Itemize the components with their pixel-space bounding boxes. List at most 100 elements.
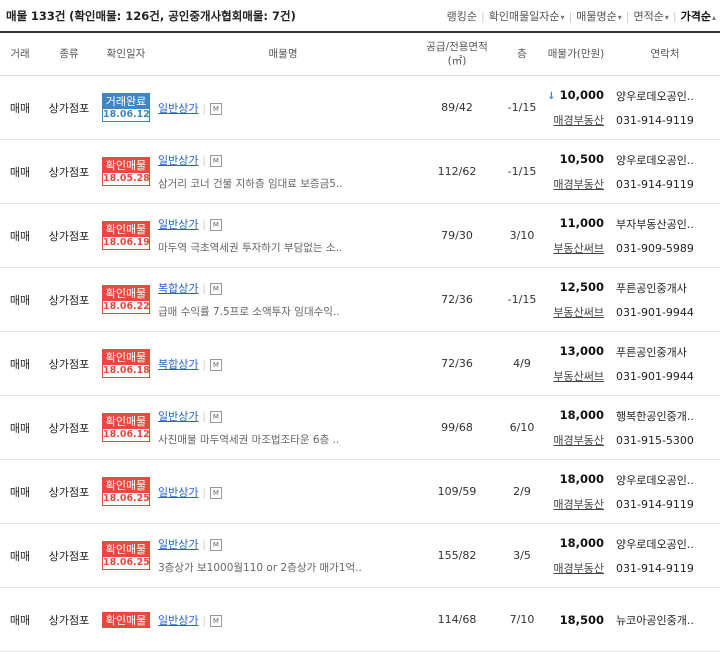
price-cell: 18,000 매경부동산 xyxy=(542,395,610,460)
deal-type: 매매 xyxy=(0,331,40,396)
agent-site-link[interactable]: 매경부동산 xyxy=(542,112,604,128)
agent-site-link[interactable]: 매경부동산 xyxy=(542,432,604,448)
agent-site-link[interactable]: 매경부동산 xyxy=(542,176,604,192)
agent-site-link[interactable]: 부동산써브 xyxy=(542,368,604,384)
price-value: 18,000 xyxy=(560,472,604,486)
sort-tab-0[interactable]: 랭킹순 xyxy=(447,10,477,23)
agent-name[interactable]: 뉴코아공인중개.. xyxy=(616,614,694,627)
summary-label: 매물 xyxy=(6,9,28,23)
floor-value: 4/9 xyxy=(502,331,542,396)
contact-cell: 양우로데오공인.. 031-914-9119 xyxy=(610,523,720,588)
area-value: 99/68 xyxy=(412,395,502,460)
price-value: 11,000 xyxy=(560,216,604,230)
agent-site-link[interactable]: 부동산써브 xyxy=(542,240,604,256)
contact-cell: 부자부동산공인.. 031-909-5989 xyxy=(610,203,720,268)
agent-site-link[interactable]: 매경부동산 xyxy=(542,560,604,576)
badge-date: 18.06.22 xyxy=(103,300,150,314)
badge-date: 18.06.12 xyxy=(103,108,150,122)
agent-name[interactable]: 푸른공인중개사 xyxy=(616,346,687,359)
list-header-bar: 매물 133건 (확인매물: 126건, 공인중개사협회매물: 7건) 랭킹순 |… xyxy=(0,0,720,30)
sort-divider: | xyxy=(672,10,677,23)
map-icon[interactable]: M xyxy=(209,102,222,115)
table-row[interactable]: 매매 상가점포 확인매물 18.06.25 일반상가 | M 3층상가 보1000월… xyxy=(0,523,720,588)
badge-date: 18.06.25 xyxy=(103,556,150,570)
map-icon[interactable]: M xyxy=(209,219,222,231)
price-value: 18,500 xyxy=(560,613,604,627)
floor-value: 3/5 xyxy=(502,523,542,588)
listing-name-link[interactable]: 일반상가 xyxy=(158,102,198,115)
sort-tab-4[interactable]: 가격순▴ xyxy=(681,10,716,23)
listing-name-link[interactable]: 복합상가 xyxy=(158,358,198,371)
badge-label: 확인매물 xyxy=(103,541,149,557)
property-kind: 상가점포 xyxy=(40,75,98,140)
listing-name-link[interactable]: 일반상가 xyxy=(158,486,198,499)
sort-tab-1[interactable]: 확인매물일자순▾ xyxy=(489,10,565,23)
status-badge: 확인매물 18.06.22 xyxy=(102,284,150,315)
agent-name[interactable]: 부자부동산공인.. xyxy=(616,218,694,231)
map-icon[interactable]: M xyxy=(209,155,222,167)
table-row[interactable]: 매매 상가점포 확인매물 18.06.18 복합상가 | M 72/36 4/9 1… xyxy=(0,331,720,396)
contact-cell: 뉴코아공인중개.. xyxy=(610,587,720,652)
listing-description[interactable]: 사진매물 마두역세권 마조법조타운 6층 .. xyxy=(158,432,412,447)
property-kind: 상가점포 xyxy=(40,331,98,396)
agent-name[interactable]: 양우로데오공인.. xyxy=(616,474,694,487)
map-icon[interactable]: M xyxy=(209,486,222,499)
col-contact: 연락처 xyxy=(610,31,720,76)
listing-name-link[interactable]: 일반상가 xyxy=(158,218,198,231)
map-icon[interactable]: M xyxy=(209,614,222,627)
map-icon[interactable]: M xyxy=(209,539,222,551)
map-icon[interactable]: M xyxy=(209,283,222,295)
badge-label: 확인매물 xyxy=(103,477,149,493)
price-value: 13,000 xyxy=(560,344,604,358)
sort-options: 랭킹순 | 확인매물일자순▾ | 매물명순▾ | 면적순▾ | 가격순▴ xyxy=(447,8,716,24)
price-value: 18,000 xyxy=(560,536,604,550)
map-icon[interactable]: M xyxy=(209,358,222,371)
listing-description[interactable]: 삼거리 코너 건물 지하층 임대료 보증금5.. xyxy=(158,176,412,191)
listing-name-cell: 일반상가 | M xyxy=(154,459,412,524)
table-row[interactable]: 매매 상가점포 거래완료 18.06.12 일반상가 | M 89/42 -1/15… xyxy=(0,75,720,140)
listing-description[interactable]: 마두역 극초역세권 투자하기 부담없는 소.. xyxy=(158,240,412,255)
sort-desc-icon: ▾ xyxy=(664,13,669,22)
listing-name-link[interactable]: 복합상가 xyxy=(158,282,198,295)
agent-name[interactable]: 푸른공인중개사 xyxy=(616,282,687,295)
table-row[interactable]: 매매 상가점포 확인매물 18.05.28 일반상가 | M 삼거리 코너 건물 지… xyxy=(0,139,720,204)
badge-label: 확인매물 xyxy=(103,413,149,429)
sort-tab-2[interactable]: 매물명순▾ xyxy=(576,10,622,23)
price-cell: 12,500 부동산써브 xyxy=(542,267,610,332)
listing-name-link[interactable]: 일반상가 xyxy=(158,538,198,551)
property-kind: 상가점포 xyxy=(40,395,98,460)
table-row[interactable]: 매매 상가점포 확인매물 18.06.19 일반상가 | M 마두역 극초역세권 투… xyxy=(0,203,720,268)
confirm-date-cell: 확인매물 18.06.25 xyxy=(98,459,154,524)
price-value: 10,500 xyxy=(560,152,604,166)
sort-tab-label: 면적순 xyxy=(633,10,664,23)
summary-detail: (확인매물: 126건, 공인중개사협회매물: 7건) xyxy=(69,9,296,23)
sort-tab-3[interactable]: 면적순▾ xyxy=(634,10,669,23)
agent-name[interactable]: 행복한공인중개.. xyxy=(616,410,694,423)
badge-label: 거래완료 xyxy=(103,93,149,109)
price-amount: 18,000 xyxy=(559,407,604,422)
contact-cell: 양우로데오공인.. 031-914-9119 xyxy=(610,139,720,204)
table-row[interactable]: 매매 상가점포 확인매물 18.06.12 일반상가 | M 사진매물 마두역세권 … xyxy=(0,395,720,460)
map-icon[interactable]: M xyxy=(209,411,222,423)
table-row[interactable]: 매매 상가점포 확인매물 18.06.22 복합상가 | M 급매 수익률 7.5프… xyxy=(0,267,720,332)
agent-site-link[interactable]: 매경부동산 xyxy=(542,496,604,512)
area-value: 109/59 xyxy=(412,459,502,524)
price-cell: ↓ 10,000 매경부동산 xyxy=(542,75,610,140)
table-row[interactable]: 매매 상가점포 확인매물 18.06.25 일반상가 | M 109/59 2/9 … xyxy=(0,459,720,524)
name-divider: | xyxy=(202,156,206,167)
listing-name-link[interactable]: 일반상가 xyxy=(158,614,198,627)
sort-tab-label: 확인매물일자순 xyxy=(488,10,560,23)
agent-site-link[interactable]: 부동산써브 xyxy=(542,304,604,320)
listing-description[interactable]: 급매 수익률 7.5프로 소액투자 임대수익.. xyxy=(158,304,412,319)
listing-description[interactable]: 3층상가 보1000월110 or 2층상가 매가1억.. xyxy=(158,560,412,575)
table-row[interactable]: 매매 상가점포 확인매물 일반상가 | M 114/68 7/10 18,500 뉴… xyxy=(0,587,720,652)
agent-name[interactable]: 양우로데오공인.. xyxy=(616,90,694,103)
property-kind: 상가점포 xyxy=(40,523,98,588)
badge-label: 확인매물 xyxy=(103,349,149,365)
confirm-date-cell: 확인매물 xyxy=(98,587,154,652)
listing-name-link[interactable]: 일반상가 xyxy=(158,410,198,423)
agent-name[interactable]: 양우로데오공인.. xyxy=(616,154,694,167)
agent-name[interactable]: 양우로데오공인.. xyxy=(616,538,694,551)
listing-name-link[interactable]: 일반상가 xyxy=(158,154,198,167)
listing-name-cell: 복합상가 | M 급매 수익률 7.5프로 소액투자 임대수익.. xyxy=(154,267,412,332)
